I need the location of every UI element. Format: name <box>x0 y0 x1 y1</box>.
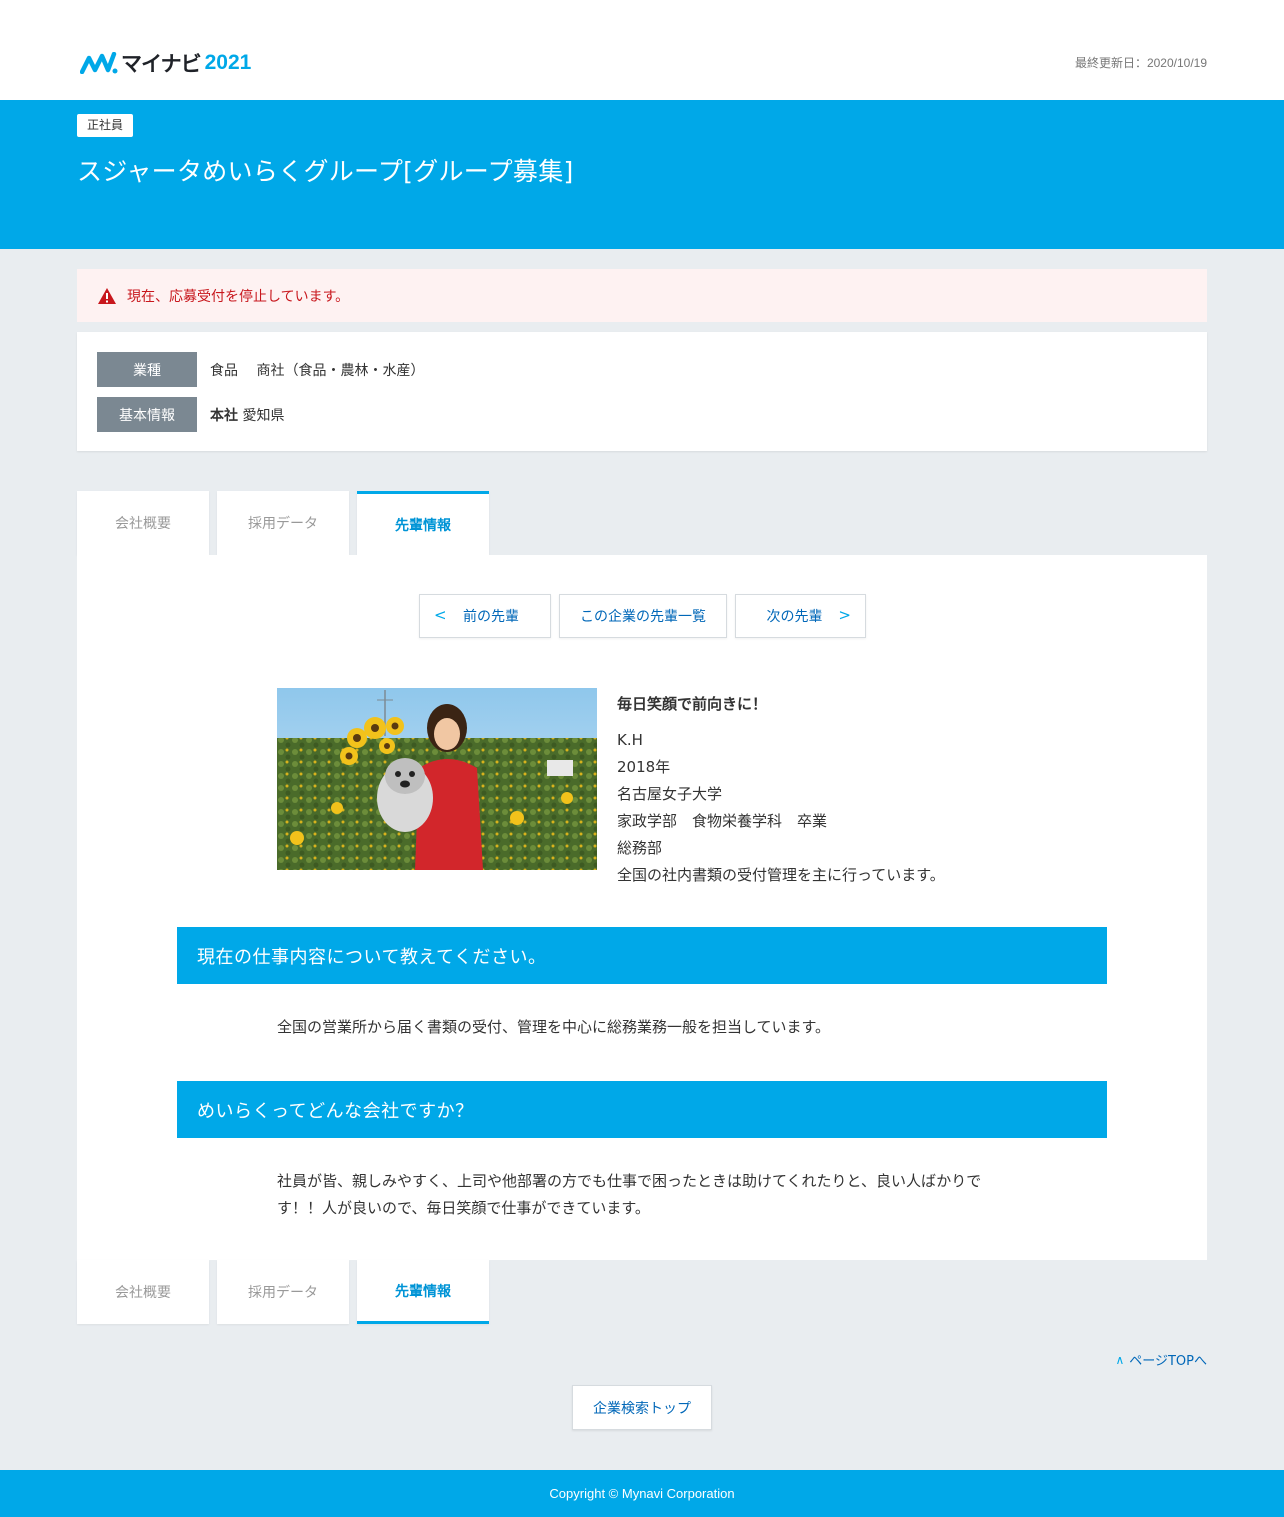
tab-recruitment-data[interactable]: 採用データ <box>217 491 349 555</box>
senior-join-year: 2018年 <box>617 758 671 776</box>
prev-senior-label: 前の先輩 <box>463 609 519 625</box>
hero-banner: 正社員 スジャータめいらくグループ[グループ募集] <box>0 100 1284 249</box>
senior-catchphrase: 毎日笑顔で前向きに！ <box>617 695 768 713</box>
logo-kana: マイナビ <box>121 52 202 76</box>
hq-label: 本社 <box>210 407 238 424</box>
question-heading: めいらくってどんな会社ですか？ <box>177 1081 1107 1138</box>
site-header: マイナビ 2021 最終更新日：2020/10/19 <box>0 0 1284 100</box>
question-heading: 現在の仕事内容について教えてください。 <box>177 927 1107 984</box>
tab-company-overview[interactable]: 会社概要 <box>77 491 209 555</box>
tab-senior-info[interactable]: 先輩情報 <box>357 491 489 555</box>
senior-info-panel: < 前の先輩 この企業の先輩一覧 次の先輩 > 毎日笑顔で前向きに！ K.H 2… <box>77 555 1207 1260</box>
company-info-card: 業種 食品 商社（食品・農林・水産） 基本情報 本社 愛知県 <box>77 332 1207 451</box>
next-senior-label: 次の先輩 <box>766 609 823 625</box>
tab-recruitment-data[interactable]: 採用データ <box>217 1260 349 1324</box>
site-footer: Copyright © Mynavi Corporation <box>0 1470 1284 1517</box>
mynavi-logo[interactable]: マイナビ 2021 <box>80 48 251 78</box>
senior-nav: < 前の先輩 この企業の先輩一覧 次の先輩 > <box>419 594 874 638</box>
answer-text: 社員が皆、親しみやすく、上司や他部署の方でも仕事で困ったときは助けてくれたりと、… <box>277 1172 982 1217</box>
company-title: スジャータめいらくグループ[グループ募集] <box>77 157 574 186</box>
alert-message: 現在、応募受付を停止しています。 <box>127 288 350 305</box>
senior-list-button[interactable]: この企業の先輩一覧 <box>559 594 727 638</box>
senior-duty: 全国の社内書類の受付管理を主に行っています。 <box>617 866 945 884</box>
copyright: Copyright © Mynavi Corporation <box>549 1486 735 1501</box>
prev-senior-button[interactable]: < 前の先輩 <box>419 594 551 638</box>
chevron-up-icon: ∧ <box>1115 1352 1125 1367</box>
company-search-top-button[interactable]: 企業検索トップ <box>572 1385 712 1430</box>
industry-row: 業種 食品 商社（食品・農林・水産） <box>97 352 424 387</box>
senior-photo <box>277 688 597 870</box>
tabs-top: 会社概要 採用データ 先輩情報 <box>77 491 497 555</box>
page-top-label: ページTOPへ <box>1129 1354 1207 1369</box>
basic-info-value: 本社 愛知県 <box>210 405 284 425</box>
industry-value: 食品 商社（食品・農林・水産） <box>210 362 425 379</box>
chevron-right-icon: > <box>838 606 851 624</box>
industry-label: 業種 <box>97 352 197 387</box>
mynavi-logo-icon <box>80 52 118 74</box>
senior-photo-image <box>277 688 597 870</box>
application-stopped-alert: 現在、応募受付を停止しています。 <box>77 269 1207 322</box>
logo-year: 2021 <box>204 51 252 74</box>
basic-info-row: 基本情報 本社 愛知県 <box>97 397 284 432</box>
employment-badge: 正社員 <box>77 114 134 137</box>
answer-text: 全国の営業所から届く書類の受付、管理を中心に総務業務一般を担当しています。 <box>277 1018 831 1036</box>
chevron-left-icon: < <box>434 606 447 624</box>
senior-initials: K.H <box>617 731 643 749</box>
basic-info-label: 基本情報 <box>97 397 197 432</box>
warning-triangle-icon <box>98 287 116 304</box>
tabs-bottom: 会社概要 採用データ 先輩情報 <box>77 1260 497 1324</box>
tab-senior-info[interactable]: 先輩情報 <box>357 1260 489 1324</box>
senior-profile: 毎日笑顔で前向きに！ K.H 2018年 名古屋女子大学 家政学部 食物栄養学科… <box>617 688 945 889</box>
tab-company-overview[interactable]: 会社概要 <box>77 1260 209 1324</box>
last-updated: 最終更新日：2020/10/19 <box>1074 56 1207 70</box>
senior-list-label: この企業の先輩一覧 <box>580 609 706 625</box>
next-senior-button[interactable]: 次の先輩 > <box>735 594 866 638</box>
senior-department: 総務部 <box>617 839 663 857</box>
hq-value: 愛知県 <box>242 407 285 424</box>
senior-faculty: 家政学部 食物栄養学科 卒業 <box>617 812 828 830</box>
senior-university: 名古屋女子大学 <box>617 785 723 803</box>
page-top-link[interactable]: ∧ ページTOPへ <box>1115 1350 1207 1370</box>
